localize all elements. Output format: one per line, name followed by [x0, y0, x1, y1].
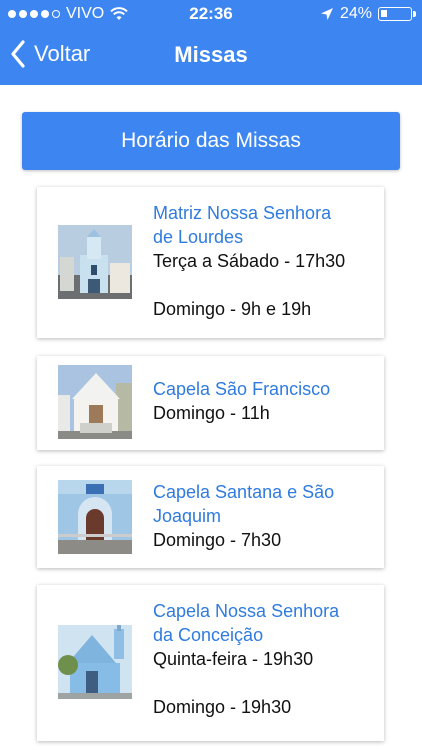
nav-bar: Voltar Missas [0, 28, 422, 85]
location-arrow-icon [320, 8, 333, 20]
schedule-line: Terça a Sábado - 17h30 [153, 251, 346, 271]
church-info: Capela Nossa Senhora da Conceição Quinta… [153, 599, 372, 719]
church-info: Capela São Francisco Domingo - 11h [153, 377, 372, 425]
schedule-spacer [153, 671, 372, 695]
church-photo [58, 480, 132, 554]
schedule-line: Domingo - 11h [153, 403, 270, 423]
status-right: 24% [320, 5, 416, 23]
app-header: VIVO 22:36 24% Voltar Missas [0, 0, 422, 85]
church-name: de Lourdes [153, 227, 244, 247]
church-card[interactable]: Capela São Francisco Domingo - 11h [37, 356, 384, 450]
church-name: Joaquim [153, 506, 222, 526]
battery-fill [381, 10, 387, 17]
church-name: Capela São Francisco [153, 379, 331, 399]
schedule-line: Domingo - 19h30 [153, 697, 292, 717]
church-name: Capela Santana e São [153, 482, 335, 502]
mass-schedule-button[interactable]: Horário das Missas [22, 112, 400, 170]
schedule-line: Domingo - 7h30 [153, 530, 282, 550]
church-name: Capela Nossa Senhora [153, 601, 340, 621]
schedule-spacer [153, 273, 372, 297]
church-photo [58, 625, 132, 699]
church-name: da Conceição [153, 625, 264, 645]
church-info: Capela Santana e São Joaquim Domingo - 7… [153, 480, 372, 552]
church-info: Matriz Nossa Senhora de Lourdes Terça a … [153, 201, 372, 321]
schedule-line: Domingo - 9h e 19h [153, 299, 312, 319]
church-photo [58, 365, 132, 439]
mass-schedule-label: Horário das Missas [121, 129, 301, 152]
church-card[interactable]: Capela Santana e São Joaquim Domingo - 7… [37, 466, 384, 568]
church-photo [58, 225, 132, 299]
page-title: Missas [174, 42, 248, 67]
battery-icon [378, 7, 416, 21]
schedule-line: Quinta-feira - 19h30 [153, 649, 314, 669]
church-name: Matriz Nossa Senhora [153, 203, 332, 223]
battery-cap [413, 11, 416, 17]
status-bar: VIVO 22:36 24% [0, 0, 422, 28]
church-card[interactable]: Matriz Nossa Senhora de Lourdes Terça a … [37, 187, 384, 338]
church-card[interactable]: Capela Nossa Senhora da Conceição Quinta… [37, 585, 384, 741]
battery-percent: 24% [339, 5, 372, 22]
